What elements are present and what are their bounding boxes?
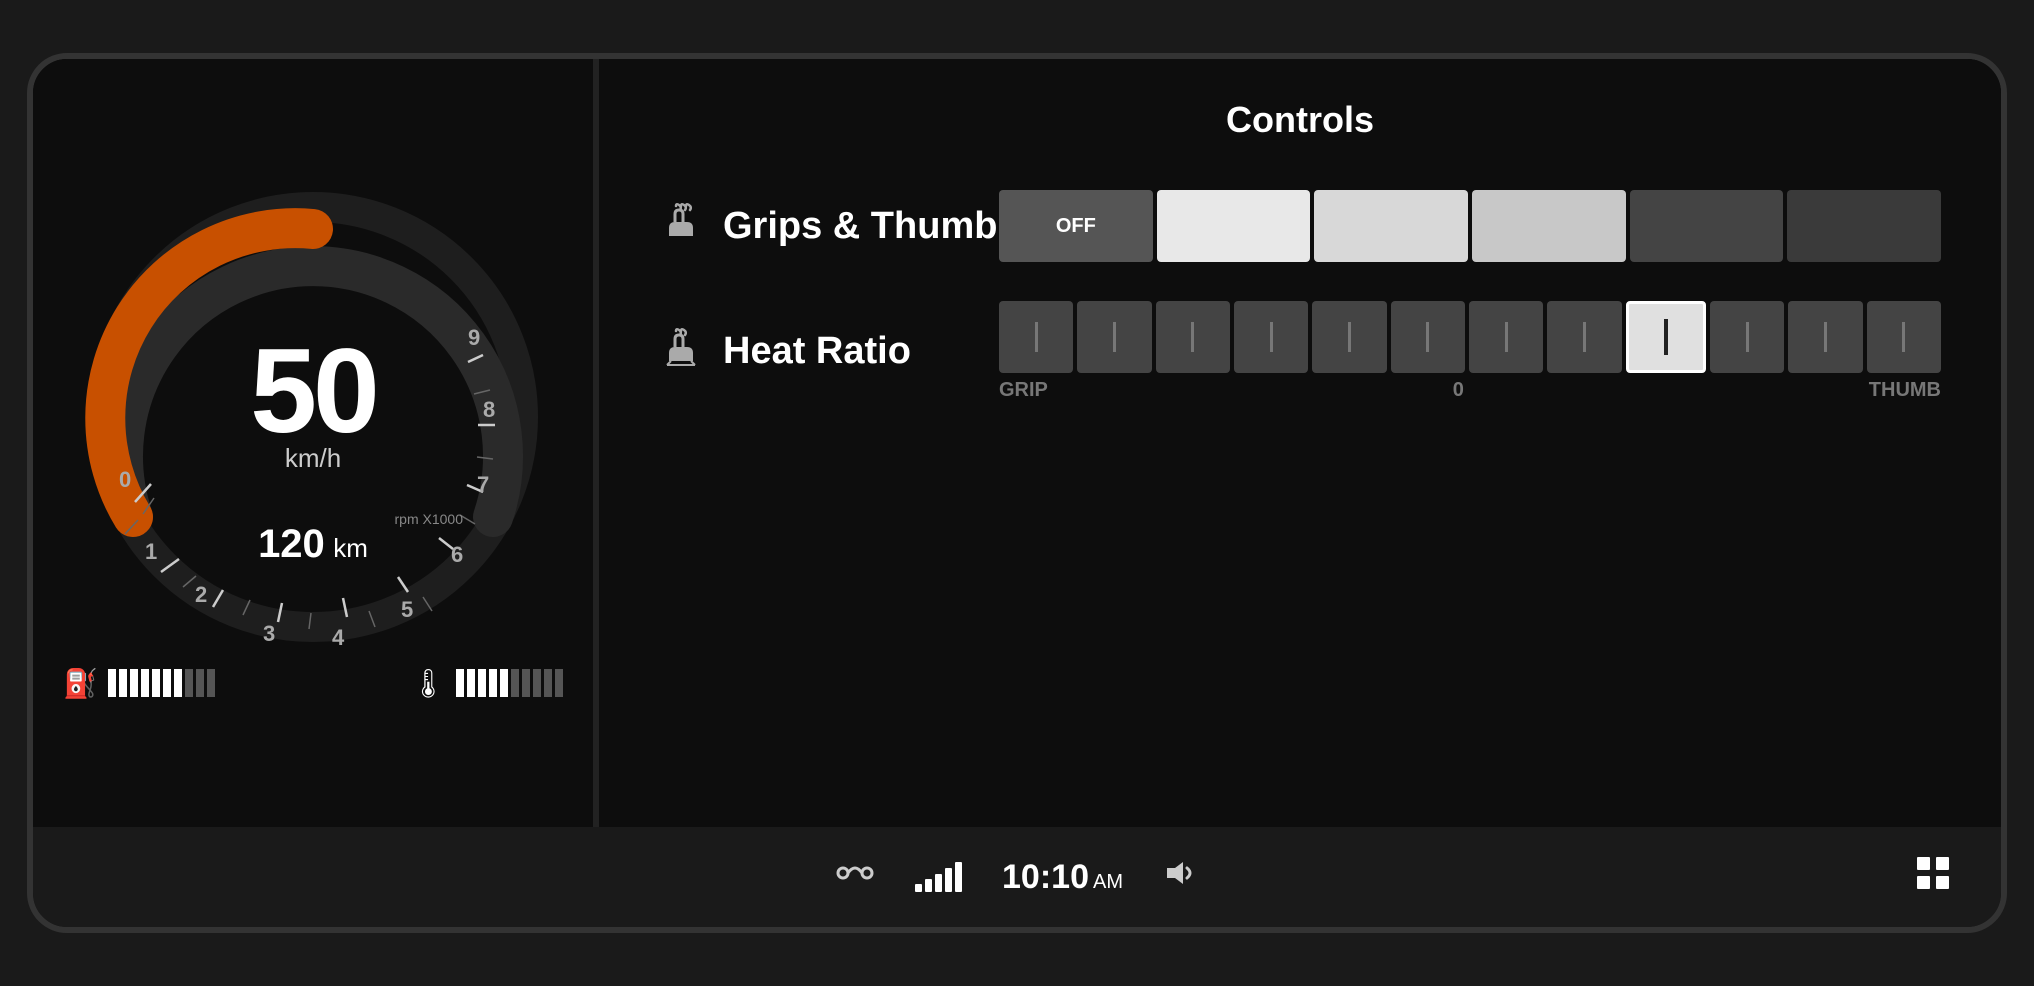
ratio-seg-12[interactable] bbox=[1867, 301, 1941, 373]
fuel-bar-6 bbox=[163, 669, 171, 697]
fuel-icon: ⛽ bbox=[63, 667, 98, 700]
temp-bar-6 bbox=[511, 669, 519, 697]
distance-value: 120 bbox=[258, 522, 325, 566]
fuel-bar-8 bbox=[185, 669, 193, 697]
speedometer: 0 1 2 3 4 5 6 7 8 9 bbox=[83, 187, 543, 647]
heat-ratio-label-area: Heat Ratio bbox=[659, 325, 999, 378]
svg-text:3: 3 bbox=[263, 621, 275, 646]
speed-value: 50 bbox=[250, 331, 375, 451]
rpm-label: rpm X1000 bbox=[395, 511, 463, 527]
ratio-seg-3[interactable] bbox=[1156, 301, 1230, 373]
heat-btn-off[interactable]: OFF bbox=[999, 190, 1153, 262]
ratio-seg-2[interactable] bbox=[1077, 301, 1151, 373]
distance-display: 120 km bbox=[258, 522, 368, 567]
ratio-track[interactable] bbox=[999, 301, 1941, 373]
fuel-gauge: ⛽ bbox=[63, 667, 215, 700]
heat-ratio-row: Heat Ratio bbox=[659, 301, 1941, 402]
ratio-seg-9[interactable] bbox=[1626, 301, 1706, 373]
main-shell: 0 1 2 3 4 5 6 7 8 9 bbox=[27, 53, 2007, 933]
bottom-gauges: ⛽ 🌡 bbox=[53, 667, 573, 700]
temp-bar-5 bbox=[500, 669, 508, 697]
ratio-seg-4[interactable] bbox=[1234, 301, 1308, 373]
fuel-bar-7 bbox=[174, 669, 182, 697]
temp-bar-7 bbox=[522, 669, 530, 697]
speed-display: 50 km/h bbox=[250, 331, 375, 474]
grips-label-area: Grips & Thumb bbox=[659, 200, 999, 253]
heat-ratio-icon bbox=[659, 325, 703, 378]
sig-bar-2 bbox=[925, 879, 932, 892]
grips-buttons: OFF bbox=[999, 190, 1941, 262]
heat-btn-1[interactable] bbox=[1157, 190, 1311, 262]
fuel-bar-2 bbox=[119, 669, 127, 697]
fuel-bar-4 bbox=[141, 669, 149, 697]
ratio-seg-5[interactable] bbox=[1312, 301, 1386, 373]
svg-text:9: 9 bbox=[468, 325, 480, 350]
am-pm: AM bbox=[1093, 871, 1123, 893]
temp-bar-8 bbox=[533, 669, 541, 697]
svg-text:8: 8 bbox=[483, 397, 495, 422]
heat-btn-3[interactable] bbox=[1472, 190, 1626, 262]
time-value: 10:10 bbox=[1002, 858, 1089, 896]
ratio-seg-6[interactable] bbox=[1391, 301, 1465, 373]
fuel-bar-3 bbox=[130, 669, 138, 697]
svg-text:6: 6 bbox=[451, 542, 463, 567]
heat-btn-5[interactable] bbox=[1787, 190, 1941, 262]
ratio-seg-1[interactable] bbox=[999, 301, 1073, 373]
ratio-seg-10[interactable] bbox=[1710, 301, 1784, 373]
svg-text:0: 0 bbox=[119, 467, 131, 492]
temp-bar-4 bbox=[489, 669, 497, 697]
temp-bar-3 bbox=[478, 669, 486, 697]
route-icon[interactable] bbox=[835, 858, 875, 896]
temp-bar-10 bbox=[555, 669, 563, 697]
volume-icon[interactable] bbox=[1163, 858, 1199, 896]
ratio-seg-8[interactable] bbox=[1547, 301, 1621, 373]
grid-icon[interactable] bbox=[1915, 855, 1951, 900]
temp-bar-9 bbox=[544, 669, 552, 697]
left-panel: 0 1 2 3 4 5 6 7 8 9 bbox=[33, 59, 593, 827]
temp-bar-2 bbox=[467, 669, 475, 697]
time-display: 10:10AM bbox=[1002, 858, 1123, 897]
bottom-bar: 10:10AM bbox=[33, 827, 2001, 927]
svg-text:1: 1 bbox=[145, 539, 157, 564]
signal-bars bbox=[915, 862, 962, 892]
fuel-bar-10 bbox=[207, 669, 215, 697]
sig-bar-1 bbox=[915, 884, 922, 892]
fuel-bar-9 bbox=[196, 669, 204, 697]
grips-label: Grips & Thumb bbox=[723, 205, 997, 248]
heat-btn-2[interactable] bbox=[1314, 190, 1468, 262]
temp-bars bbox=[456, 669, 563, 697]
ratio-labels: GRIP 0 THUMB bbox=[999, 379, 1941, 402]
fuel-bar-1 bbox=[108, 669, 116, 697]
main-content: 0 1 2 3 4 5 6 7 8 9 bbox=[33, 59, 2001, 827]
grip-label: GRIP bbox=[999, 379, 1048, 402]
svg-text:7: 7 bbox=[477, 472, 489, 497]
fuel-bars bbox=[108, 669, 215, 697]
temp-bar-1 bbox=[456, 669, 464, 697]
center-label: 0 bbox=[1453, 379, 1464, 402]
heat-ratio-widget: GRIP 0 THUMB bbox=[999, 301, 1941, 402]
sig-bar-5 bbox=[955, 862, 962, 892]
sig-bar-3 bbox=[935, 874, 942, 892]
svg-text:4: 4 bbox=[332, 625, 345, 647]
right-panel: Controls Grips & Thumb bbox=[599, 59, 2001, 827]
temp-icon: 🌡 bbox=[410, 667, 446, 700]
sig-bar-4 bbox=[945, 868, 952, 892]
svg-text:2: 2 bbox=[195, 582, 207, 607]
temp-gauge: 🌡 bbox=[410, 667, 563, 700]
distance-unit: km bbox=[333, 533, 368, 563]
ratio-seg-11[interactable] bbox=[1788, 301, 1862, 373]
grips-row: Grips & Thumb OFF bbox=[659, 181, 1941, 271]
svg-text:5: 5 bbox=[401, 597, 413, 622]
grips-icon bbox=[659, 200, 703, 253]
heat-btn-4[interactable] bbox=[1630, 190, 1784, 262]
controls-title: Controls bbox=[659, 99, 1941, 141]
ratio-seg-7[interactable] bbox=[1469, 301, 1543, 373]
thumb-label: THUMB bbox=[1869, 379, 1941, 402]
heat-ratio-label: Heat Ratio bbox=[723, 330, 911, 373]
fuel-bar-5 bbox=[152, 669, 160, 697]
